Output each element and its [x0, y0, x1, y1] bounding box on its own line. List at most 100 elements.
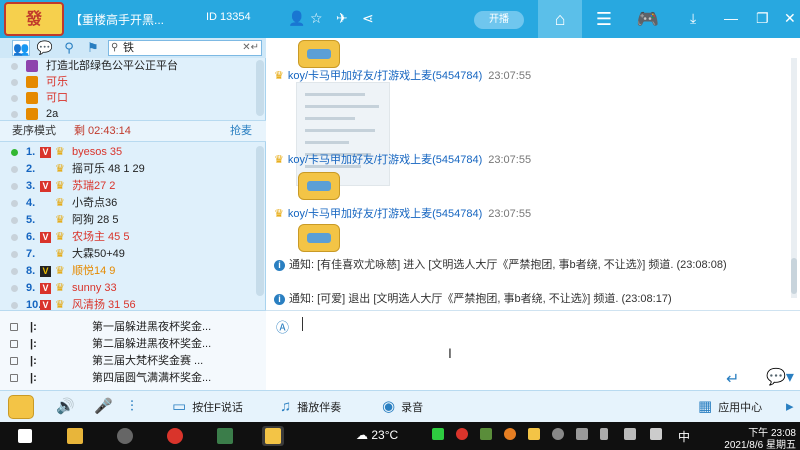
tray-network-icon[interactable]	[624, 428, 636, 440]
queue-item[interactable]: 4. ♛ 小奇点36	[0, 195, 256, 212]
chat-bubble-icon[interactable]: 💬	[36, 40, 54, 56]
cup-channel-item[interactable]: |: 第二届躲进黑夜杯奖金...	[0, 336, 266, 352]
info-icon: i	[274, 260, 285, 271]
windows-start-icon[interactable]	[14, 426, 36, 446]
location-icon[interactable]: ⚲	[60, 40, 78, 56]
queue-user-name: 大霖50+49	[72, 248, 125, 260]
font-style-icon[interactable]: Ⓐ	[276, 317, 296, 335]
msg-user[interactable]: koy/卡马甲加好友/打游戏上麦(5454784)	[288, 208, 482, 220]
status-dot	[11, 183, 18, 190]
msg-user[interactable]: koy/卡马甲加好友/打游戏上麦(5454784)	[288, 70, 482, 82]
more-icon[interactable]: ▸	[786, 391, 800, 423]
accompany-button[interactable]: ♫ 播放伴奏	[280, 391, 341, 423]
emoji-image	[298, 172, 340, 200]
msg-user[interactable]: koy/卡马甲加好友/打游戏上麦(5454784)	[288, 154, 482, 166]
tray-eye-icon[interactable]	[552, 428, 564, 440]
notice-message: i 通知: [可爱] 退出 [文明选人大厅《严禁抱团, 事b者绕, 不让选》] 频…	[274, 292, 798, 306]
channel-item[interactable]: 可乐	[0, 74, 266, 90]
notice-message: i 通知: [有佳喜欢尤咏慈] 进入 [文明选人大厅《严禁抱团, 事b者绕, 不让…	[274, 258, 798, 272]
mascot-icon[interactable]	[8, 395, 34, 419]
netease-icon[interactable]	[164, 426, 186, 446]
ime-indicator[interactable]: 中	[678, 428, 690, 445]
app-center-button[interactable]: ▦ 应用中心	[698, 391, 762, 423]
cup-list: |: 第一届躲进黑夜杯奖金... |: 第二届躲进黑夜杯奖金... |: 第三届大梵杯奖金…	[0, 310, 266, 390]
kaibo-button[interactable]: 开播	[474, 11, 524, 29]
cup-channel-item[interactable]: |: 第四届圆气满满杯奖金...	[0, 370, 266, 386]
send-enter-icon[interactable]: ↵	[726, 369, 739, 389]
record-button[interactable]: ◉ 录音	[382, 391, 423, 423]
queue-number: 4.	[26, 197, 36, 209]
equalizer-icon[interactable]: ⫶	[130, 391, 140, 423]
tray-nvidia-icon[interactable]	[480, 428, 492, 440]
channel-scrollbar[interactable]	[256, 60, 264, 116]
status-dot	[11, 63, 18, 70]
tray-volume-icon[interactable]	[576, 428, 588, 440]
message-input-area[interactable]: Ⓐ I ↵ 💬▾	[266, 310, 800, 390]
share-icon[interactable]: ⋖	[362, 8, 374, 28]
mic-icon[interactable]: 🎤	[94, 391, 119, 423]
close-icon[interactable]: ✕	[784, 8, 796, 28]
gamepad-icon[interactable]: 🎮	[626, 0, 670, 38]
channel-icon	[26, 92, 38, 104]
crown-icon: ♛	[55, 163, 65, 175]
restore-icon[interactable]: ❐	[756, 8, 769, 28]
search-input[interactable]: 铁	[123, 42, 134, 54]
chat-app-icon[interactable]	[262, 426, 284, 446]
minimize-icon[interactable]: —	[724, 8, 738, 28]
plane-icon[interactable]: ✈	[336, 8, 348, 28]
channel-label: 可乐	[46, 76, 68, 88]
queue-item[interactable]: 3. V ♛ 苏瑞27 2	[0, 178, 256, 195]
grab-mic-button[interactable]: 抢麦	[230, 121, 252, 141]
queue-scrollbar[interactable]	[256, 146, 264, 296]
star-icon[interactable]: ☆	[310, 8, 323, 28]
notice-icon[interactable]: ⚑	[84, 40, 102, 56]
channel-item[interactable]: 打造北部绿色公平公正平台	[0, 58, 266, 74]
list-icon[interactable]: ☰	[582, 0, 626, 38]
queue-item[interactable]: 2. ♛ 摇可乐 48 1 29	[0, 161, 256, 178]
chat-scrollbar[interactable]	[791, 58, 797, 298]
bottom-toolbar: 🔊 🎤 ⫶ ▭ 按住F说话 ♫ 播放伴奏 ◉ 录音 ▦ 应用中心 ▸	[0, 390, 800, 422]
home-icon[interactable]: ⌂	[538, 0, 582, 38]
tray-app-icon[interactable]	[432, 428, 444, 440]
cup-label: 第三届大梵杯奖金赛 ...	[92, 355, 204, 367]
tray-speaker-icon[interactable]	[650, 428, 662, 440]
status-dot	[11, 268, 18, 275]
queue-item[interactable]: 7. ♛ 大霖50+49	[0, 246, 256, 263]
queue-item[interactable]: 8. V ♛ 顺悦14 9	[0, 263, 256, 280]
tray-mic-icon[interactable]	[600, 428, 608, 440]
window-icon[interactable]	[214, 426, 236, 446]
clear-icon[interactable]: ✕↵	[242, 41, 259, 55]
chat-image[interactable]	[296, 82, 390, 186]
cup-channel-item[interactable]: |: 第一届躲进黑夜杯奖金...	[0, 319, 266, 335]
queue-item[interactable]: 1. V ♛ byesos 35	[0, 144, 256, 161]
queue-item[interactable]: 6. V ♛ 农场主 45 5	[0, 229, 256, 246]
app-logo: 發	[4, 2, 64, 36]
left-tabs: 👥 💬 ⚲ ⚑ ⚲ 铁 ✕↵	[0, 38, 266, 58]
person-icon[interactable]: 👤	[288, 8, 305, 28]
windows-taskbar: ☁ 23°C 中 下午 23:08 2021/8/6 星期五	[0, 422, 800, 450]
search-box[interactable]: ⚲ 铁 ✕↵	[108, 40, 262, 56]
room-title[interactable]: 【重楼高手开黑...	[70, 11, 164, 28]
weather[interactable]: ☁ 23°C	[356, 428, 398, 442]
users-icon[interactable]: 👥	[12, 40, 30, 56]
f-speak-button[interactable]: ▭ 按住F说话	[172, 391, 243, 423]
room-id: ID 13354	[206, 11, 251, 23]
queue-item[interactable]: 5. ♛ 阿狗 28 5	[0, 212, 256, 229]
speaker-icon[interactable]: 🔊	[56, 391, 81, 423]
folder-icon[interactable]	[64, 426, 86, 446]
download-icon[interactable]: ⤓	[690, 8, 696, 28]
clock-date[interactable]: 2021/8/6 星期五	[716, 436, 796, 450]
status-dot	[11, 217, 18, 224]
queue-item[interactable]: 9. V ♛ sunny 33	[0, 280, 256, 297]
tray-g-icon[interactable]	[504, 428, 516, 440]
queue-user-name: 阿狗 28 5	[72, 214, 119, 226]
cup-channel-item[interactable]: |: 第三届大梵杯奖金赛 ...	[0, 353, 266, 369]
tray-netease-icon[interactable]	[456, 428, 468, 440]
tray-chat-icon[interactable]	[528, 428, 540, 440]
channel-label: 打造北部绿色公平公正平台	[46, 60, 178, 72]
channel-item[interactable]: 可口	[0, 90, 266, 106]
queue-number: 2.	[26, 163, 36, 175]
crown-icon: ♛	[274, 154, 284, 166]
chat-send-button[interactable]: 💬▾	[766, 367, 794, 387]
app-icon[interactable]	[114, 426, 136, 446]
